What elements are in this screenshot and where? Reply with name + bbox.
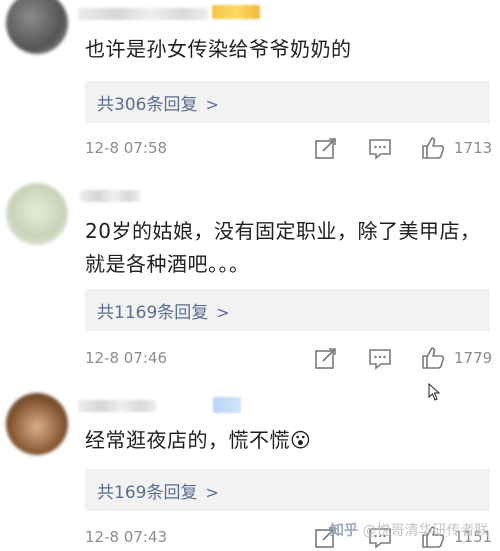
chevron-right-icon: > — [205, 95, 219, 114]
avatar[interactable] — [6, 183, 68, 245]
reply-count-label: 共1169条回复 — [97, 303, 209, 323]
repost-icon — [315, 348, 336, 369]
user-badge-icon — [212, 5, 260, 19]
comment-timestamp: 12-8 07:46 — [85, 349, 168, 367]
chevron-right-icon: > — [216, 303, 230, 322]
comment-item: 20岁的姑娘，没有固定职业，除了美甲店，就是各种酒吧。。。 共1169条回复 > … — [0, 175, 500, 380]
username[interactable] — [78, 8, 208, 20]
comment-text: 经常逛夜店的，慌不慌😮 — [85, 428, 312, 452]
repost-button[interactable] — [313, 136, 339, 162]
watermark: 知乎 @悦哥清华研传者联 — [330, 520, 488, 540]
username[interactable] — [80, 190, 140, 202]
comment-timestamp: 12-8 07:58 — [85, 139, 168, 157]
comment-item: 也许是孙女传染给爷爷奶奶的 共306条回复 > 12-8 07:58 1713 — [0, 0, 500, 175]
thumbs-up-icon — [422, 137, 445, 159]
view-replies-button[interactable]: 共169条回复 > — [85, 469, 490, 511]
comment-icon — [369, 139, 391, 160]
reply-count-label: 共169条回复 — [97, 483, 198, 503]
like-button[interactable] — [420, 345, 446, 371]
avatar[interactable] — [6, 393, 68, 455]
comment-text: 20岁的姑娘，没有固定职业，除了美甲店，就是各种酒吧。。。 — [85, 219, 481, 276]
repost-icon — [315, 138, 336, 159]
comment-timestamp: 12-8 07:43 — [85, 528, 168, 546]
mouse-cursor-icon — [428, 383, 440, 401]
watermark-logo: 知乎 — [330, 523, 358, 539]
comment-button[interactable] — [367, 136, 393, 162]
watermark-author: @悦哥清华研传者联 — [362, 523, 489, 539]
reply-count-label: 共306条回复 — [97, 95, 198, 115]
repost-button[interactable] — [313, 346, 339, 372]
view-replies-button[interactable]: 共306条回复 > — [85, 81, 490, 123]
like-button[interactable] — [420, 135, 446, 161]
chevron-right-icon: > — [205, 483, 219, 502]
comment-text: 也许是孙女传染给爷爷奶奶的 — [85, 37, 352, 61]
comment-icon — [369, 349, 391, 370]
thumbs-up-icon — [422, 347, 445, 369]
view-replies-button[interactable]: 共1169条回复 > — [85, 289, 490, 331]
like-count: 1713 — [454, 139, 493, 157]
avatar[interactable] — [6, 0, 68, 54]
username[interactable] — [78, 400, 156, 412]
like-count: 1779 — [454, 349, 493, 367]
comment-button[interactable] — [367, 346, 393, 372]
user-badge-icon — [213, 397, 241, 413]
